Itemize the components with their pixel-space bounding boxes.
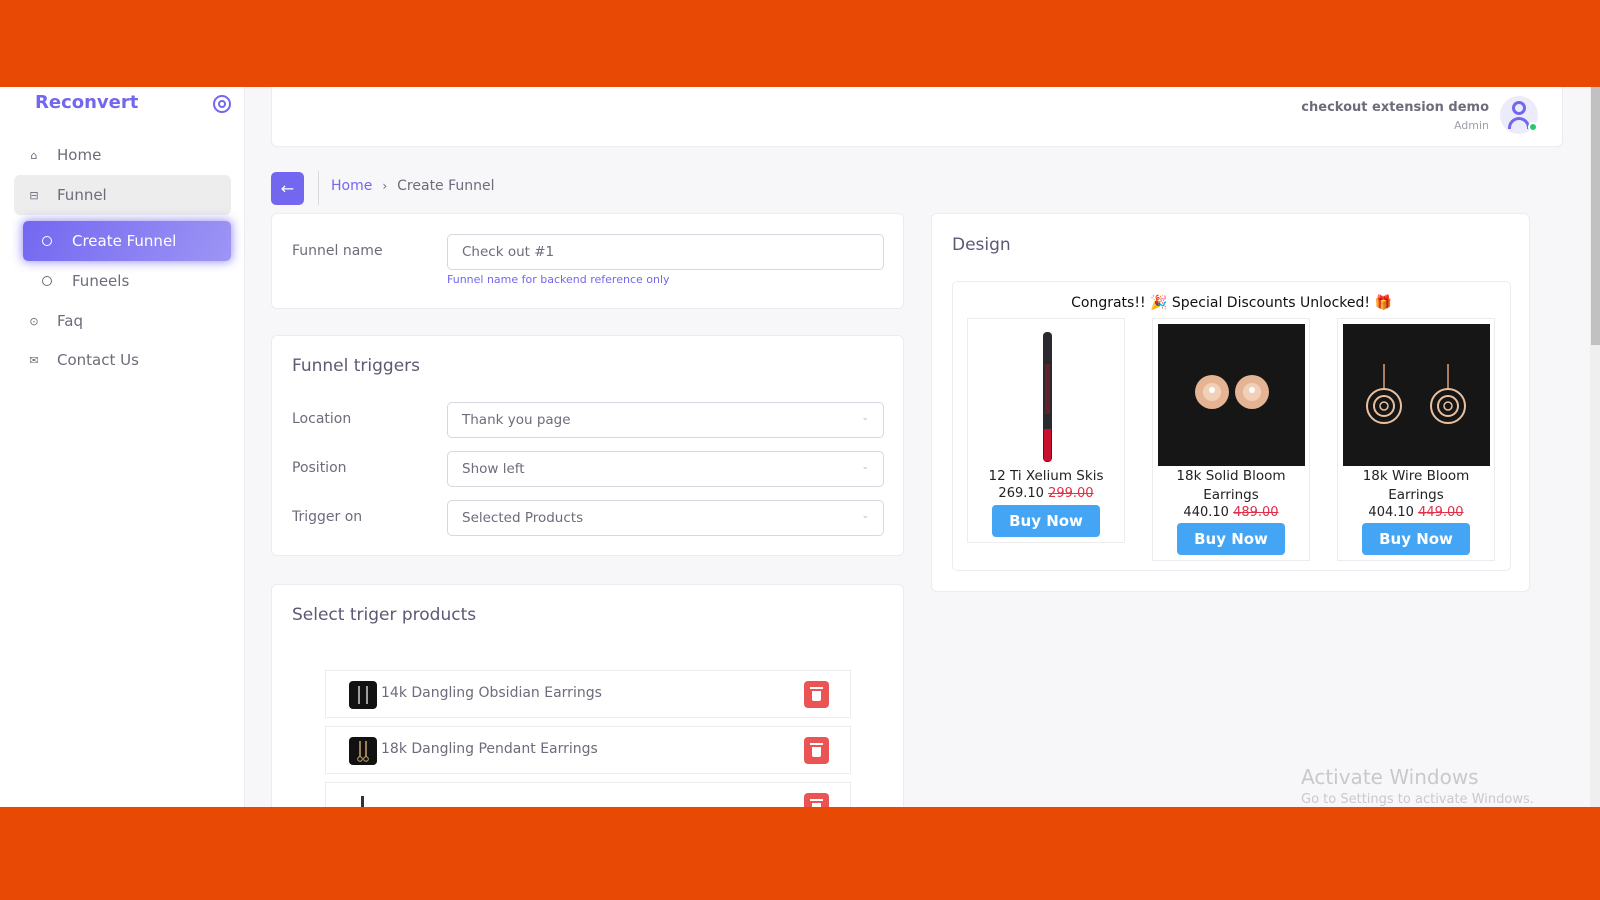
online-status-dot [1528, 122, 1538, 132]
sidebar-item-label: Home [57, 146, 102, 164]
sidebar-item-funnel[interactable]: ⊟ Funnel [14, 175, 231, 215]
breadcrumb-home-link[interactable]: Home [331, 178, 372, 194]
funnel-name-hint: Funnel name for backend reference only [447, 273, 670, 286]
sidebar-item-label: Create Funnel [72, 232, 177, 250]
user-icon [1512, 101, 1526, 115]
offer-banner: Congrats!! 🎉 Special Discounts Unlocked!… [1071, 295, 1392, 311]
product-list-item: 14k Dangling Obsidian Earrings [325, 670, 851, 718]
chevron-down-icon: ⌄ [861, 462, 869, 472]
page-scrollbar[interactable] [1590, 87, 1600, 807]
buy-now-button[interactable]: Buy Now [1362, 523, 1470, 555]
circle-icon [42, 276, 52, 286]
chevron-down-icon: ⌄ [861, 511, 869, 521]
trash-icon [810, 743, 823, 757]
arrow-left-icon: ← [280, 179, 295, 198]
delete-button[interactable] [804, 793, 829, 807]
breadcrumb-current: Create Funnel [397, 178, 495, 194]
product-thumbnail [349, 681, 377, 709]
sidebar-item-create-funnel[interactable]: Create Funnel [23, 221, 231, 261]
offer-preview: Congrats!! 🎉 Special Discounts Unlocked!… [952, 281, 1511, 571]
sidebar-item-label: Funnel [57, 186, 107, 204]
user-name[interactable]: checkout extension demo [1301, 100, 1489, 115]
product-image [1158, 324, 1305, 466]
compare-price: 489.00 [1233, 505, 1279, 520]
trigger-on-select[interactable]: Selected Products ⌄ [447, 500, 884, 536]
offer-price: 269.10 299.00 [998, 486, 1094, 501]
scrollbar-thumb[interactable] [1591, 87, 1600, 345]
card-title: Select triger products [292, 605, 477, 625]
product-thumbnail [349, 793, 377, 807]
offer-card: 18k Wire Bloom Earrings 404.10 449.00 Bu… [1337, 318, 1495, 561]
position-label: Position [292, 460, 347, 476]
compare-price: 449.00 [1418, 505, 1464, 520]
layout-icon: ⊟ [29, 188, 39, 202]
trash-icon [810, 687, 823, 701]
bottom-band [0, 807, 1600, 900]
chevron-right-icon: › [382, 179, 388, 193]
funnel-name-label: Funnel name [292, 243, 383, 259]
product-name: 14k Dangling Obsidian Earrings [381, 685, 602, 701]
offer-title: 18k Solid Bloom Earrings [1176, 468, 1286, 503]
trigger-products-card: Select triger products 14k Dangling Obsi… [271, 584, 904, 807]
trigger-on-label: Trigger on [292, 509, 363, 525]
buy-now-button[interactable]: Buy Now [1177, 523, 1285, 555]
sidebar-item-label: Faq [57, 312, 83, 330]
top-navbar: checkout extension demo Admin [271, 87, 1563, 147]
sidebar: Reconvert ⌂ Home ⊟ Funnel Create Funnel … [0, 87, 245, 807]
offer-price: 404.10 449.00 [1368, 505, 1464, 520]
chevron-down-icon: ⌄ [861, 413, 869, 423]
brand-logo[interactable]: Reconvert [35, 92, 138, 113]
offer-price: 440.10 489.00 [1183, 505, 1279, 520]
product-list-item [325, 782, 851, 807]
activate-windows-title: Activate Windows [1301, 765, 1479, 789]
compare-price: 299.00 [1048, 486, 1094, 501]
offer-title: 12 Ti Xelium Skis [988, 468, 1104, 484]
sidebar-item-funeels[interactable]: Funeels [23, 261, 231, 301]
funnel-name-input[interactable]: Check out #1 [447, 234, 884, 270]
activate-windows-subtitle: Go to Settings to activate Windows. [1301, 792, 1534, 807]
design-card: Design Congrats!! 🎉 Special Discounts Un… [931, 213, 1530, 592]
offer-card: 18k Solid Bloom Earrings 440.10 489.00 B… [1152, 318, 1310, 561]
sidebar-item-faq[interactable]: ⊙ Faq [14, 301, 231, 341]
sidebar-item-label: Contact Us [57, 351, 139, 369]
sidebar-toggle-icon[interactable] [213, 95, 231, 113]
card-title: Funnel triggers [292, 356, 421, 376]
location-label: Location [292, 411, 352, 427]
buy-now-button[interactable]: Buy Now [992, 505, 1100, 537]
product-image [1343, 324, 1490, 466]
delete-button[interactable] [804, 737, 829, 764]
card-title: Design [952, 235, 1011, 255]
product-thumbnail [349, 737, 377, 765]
app-window: Reconvert ⌂ Home ⊟ Funnel Create Funnel … [0, 87, 1600, 807]
funnel-triggers-card: Funnel triggers Location Thank you page … [271, 335, 904, 556]
product-image [973, 324, 1120, 466]
breadcrumb: Home › Create Funnel [331, 178, 495, 194]
mail-icon: ✉ [29, 353, 39, 367]
sidebar-item-contact-us[interactable]: ✉ Contact Us [14, 340, 231, 380]
back-button[interactable]: ← [271, 172, 304, 205]
offer-title: 18k Wire Bloom Earrings [1362, 468, 1470, 503]
offer-card: 12 Ti Xelium Skis 269.10 299.00 Buy Now [967, 318, 1125, 543]
sidebar-item-home[interactable]: ⌂ Home [14, 135, 231, 175]
position-select[interactable]: Show left ⌄ [447, 451, 884, 487]
delete-button[interactable] [804, 681, 829, 708]
product-name: 18k Dangling Pendant Earrings [381, 741, 598, 757]
breadcrumb-divider [318, 171, 319, 205]
location-select[interactable]: Thank you page ⌄ [447, 402, 884, 438]
product-list-item: 18k Dangling Pendant Earrings [325, 726, 851, 774]
help-circle-icon: ⊙ [29, 314, 39, 328]
avatar[interactable] [1500, 96, 1538, 134]
user-role: Admin [1453, 119, 1489, 132]
home-icon: ⌂ [30, 148, 38, 162]
sidebar-item-label: Funeels [72, 272, 130, 290]
circle-icon [42, 236, 52, 246]
funnel-name-card: Funnel name Check out #1 Funnel name for… [271, 213, 904, 309]
